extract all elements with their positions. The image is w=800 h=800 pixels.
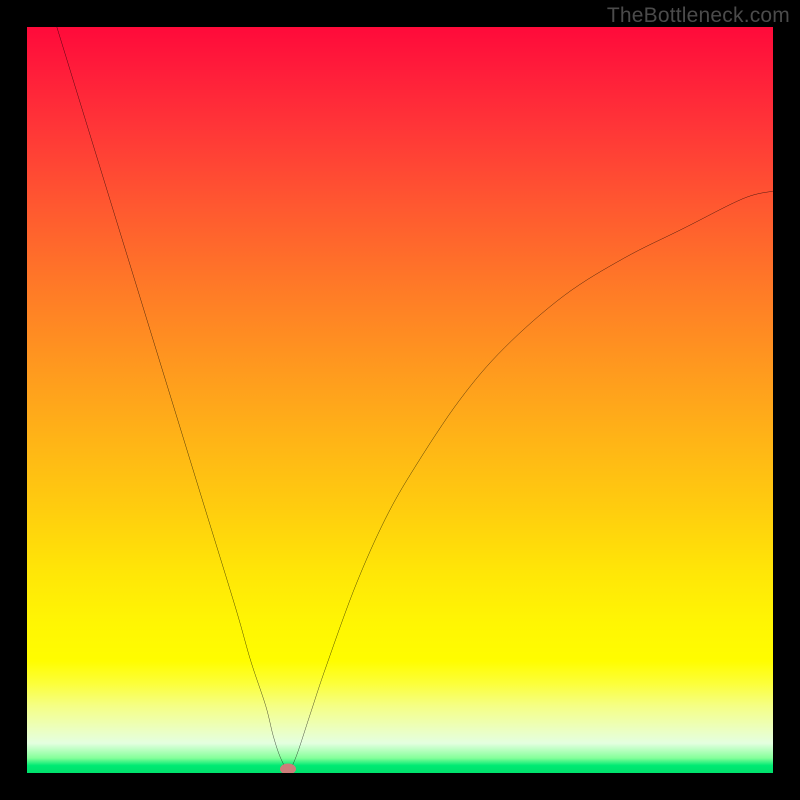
chart-frame: TheBottleneck.com [0, 0, 800, 800]
attribution-text: TheBottleneck.com [607, 4, 790, 28]
minimum-marker [280, 764, 296, 773]
bottleneck-curve [27, 27, 773, 773]
plot-area [27, 27, 773, 773]
